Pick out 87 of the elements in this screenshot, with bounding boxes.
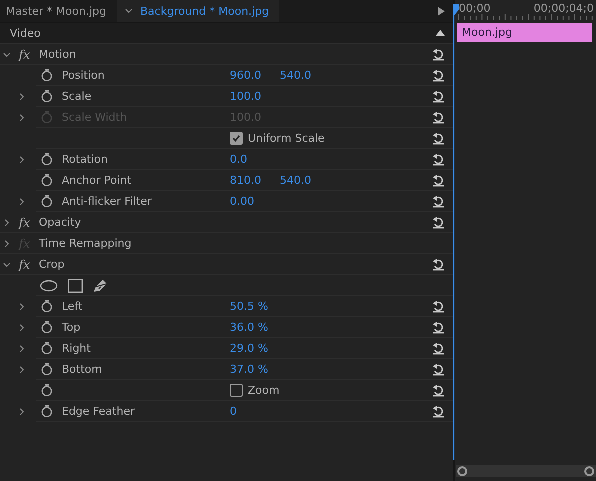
stopwatch-icon[interactable]	[41, 342, 53, 355]
chevron-right-icon[interactable]	[18, 302, 26, 310]
stopwatch-icon[interactable]	[41, 384, 53, 397]
property-value[interactable]: 960.0	[230, 69, 280, 82]
fx-badge[interactable]: fx	[19, 258, 39, 272]
reset-icon[interactable]	[432, 195, 445, 208]
scroll-handle-icon[interactable]	[584, 466, 595, 476]
stopwatch-icon[interactable]	[41, 90, 53, 103]
chevron-right-icon[interactable]	[3, 218, 11, 226]
property-name: Position	[62, 69, 106, 82]
property-value[interactable]: 540.0	[280, 69, 330, 82]
property-value[interactable]: 0	[230, 405, 280, 418]
chevron-down-icon[interactable]	[3, 260, 11, 268]
effect-name: Crop	[39, 258, 65, 271]
property-name: Rotation	[62, 153, 110, 166]
pen-icon[interactable]	[93, 278, 109, 293]
chevron-down-icon[interactable]	[124, 7, 132, 15]
stopwatch-icon[interactable]	[41, 153, 53, 166]
property-value[interactable]: 50.5 %	[230, 300, 280, 313]
effect-name: Opacity	[39, 216, 82, 229]
play-triangle-icon[interactable]	[438, 6, 445, 16]
reset-icon[interactable]	[432, 153, 445, 166]
stopwatch-icon[interactable]	[41, 405, 53, 418]
property-name: Scale	[62, 90, 93, 103]
property-name: Left	[62, 300, 84, 313]
property-value[interactable]: 0.00	[230, 195, 280, 208]
timeline-clip[interactable]: Moon.jpg	[457, 23, 592, 42]
property-value[interactable]: 100.0	[230, 90, 280, 103]
chevron-right-icon[interactable]	[3, 240, 11, 248]
property-value[interactable]: 29.0 %	[230, 342, 280, 355]
chevron-down-icon[interactable]	[3, 50, 11, 58]
panel-tab[interactable]: Background * Moon.jpg	[116, 0, 280, 22]
stopwatch-icon[interactable]	[41, 363, 53, 376]
property-value[interactable]: 36.0 %	[230, 321, 280, 334]
property-name: Bottom	[62, 363, 104, 376]
ellipse-mask-icon[interactable]	[40, 280, 58, 292]
property-name: Edge Feather	[62, 405, 136, 418]
chevron-right-icon[interactable]	[18, 156, 26, 164]
reset-icon[interactable]	[432, 216, 445, 229]
stopwatch-icon[interactable]	[41, 69, 53, 82]
collapse-triangle-icon[interactable]	[436, 30, 445, 36]
chevron-right-icon[interactable]	[18, 344, 26, 352]
reset-icon[interactable]	[432, 384, 445, 397]
chevron-right-icon[interactable]	[18, 92, 26, 100]
stopwatch-icon[interactable]	[41, 195, 53, 208]
property-value[interactable]: 810.0	[230, 174, 280, 187]
fx-badge[interactable]: fx	[19, 48, 39, 62]
property-value[interactable]: 540.0	[280, 174, 330, 187]
timecode: 00;00	[459, 1, 491, 17]
checkbox-label: Zoom	[248, 384, 280, 397]
reset-icon[interactable]	[432, 342, 445, 355]
stopwatch-icon[interactable]	[41, 300, 53, 313]
chevron-right-icon[interactable]	[18, 366, 26, 374]
property-value[interactable]: 37.0 %	[230, 363, 280, 376]
property-name: Right	[62, 342, 92, 355]
checkbox-label: Uniform Scale	[248, 132, 325, 145]
section-title: Video	[10, 26, 42, 40]
chevron-right-icon[interactable]	[18, 198, 26, 206]
effect-name: Time Remapping	[39, 237, 132, 250]
reset-icon[interactable]	[432, 174, 445, 187]
timecode: 00;00;04;0	[534, 1, 594, 17]
reset-icon[interactable]	[432, 405, 445, 418]
chevron-right-icon[interactable]	[18, 324, 26, 332]
checkbox[interactable]	[230, 384, 243, 397]
panel-tab[interactable]: Master * Moon.jpg	[0, 0, 116, 22]
reset-icon[interactable]	[432, 69, 445, 82]
checkbox[interactable]	[230, 132, 243, 145]
reset-icon[interactable]	[432, 363, 445, 376]
scroll-handle-icon[interactable]	[457, 466, 468, 476]
fx-badge[interactable]: fx	[19, 216, 39, 230]
rectangle-mask-icon[interactable]	[68, 278, 83, 292]
chevron-right-icon[interactable]	[18, 408, 26, 416]
zoom-scrollbar[interactable]	[456, 465, 596, 477]
property-value[interactable]: 0.0	[230, 153, 280, 166]
checkmark-icon	[232, 134, 241, 143]
property-name: Anchor Point	[62, 174, 133, 187]
property-name: Anti-flicker Filter	[62, 195, 153, 208]
effect-name: Motion	[39, 48, 76, 61]
stopwatch-icon[interactable]	[41, 174, 53, 187]
stopwatch-icon[interactable]	[41, 321, 53, 334]
property-name: Top	[62, 321, 82, 334]
reset-icon[interactable]	[432, 48, 445, 61]
reset-icon[interactable]	[432, 300, 445, 313]
reset-icon[interactable]	[432, 132, 445, 145]
reset-icon[interactable]	[432, 321, 445, 334]
reset-icon[interactable]	[432, 90, 445, 103]
reset-icon[interactable]	[432, 258, 445, 271]
